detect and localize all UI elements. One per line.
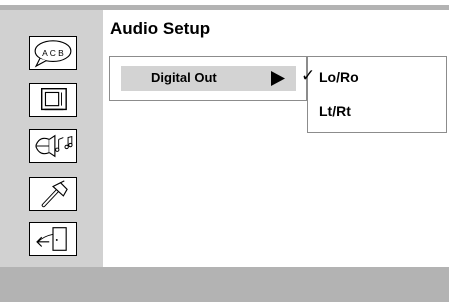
arrow-right-icon	[271, 71, 285, 86]
option-lo-ro[interactable]: ✓ Lo/Ro	[301, 66, 446, 90]
tv-screen-icon	[41, 88, 67, 111]
option-label: Lo/Ro	[319, 69, 359, 85]
page-title: Audio Setup	[110, 19, 211, 38]
sidebar-item-exit[interactable]	[29, 222, 77, 256]
speaker-music-icon	[35, 134, 73, 158]
option-label: Lt/Rt	[319, 103, 351, 119]
menu-item-label: Digital Out	[151, 70, 217, 85]
bottom-bar	[0, 267, 449, 302]
menu-item-digital-out[interactable]: Digital Out	[121, 66, 296, 91]
hammer-tool-icon	[41, 180, 68, 208]
sidebar-item-audio[interactable]	[29, 129, 77, 163]
check-icon: ✓	[301, 66, 316, 85]
sidebar-item-preferences[interactable]	[29, 177, 77, 211]
sidebar-item-video[interactable]	[29, 83, 77, 117]
menu-panel: Digital Out	[109, 56, 307, 101]
submenu-panel: ✓ Lo/Ro Lt/Rt	[301, 56, 447, 133]
sidebar: A C B	[0, 10, 103, 267]
exit-door-icon	[36, 227, 67, 251]
sidebar-item-language[interactable]: A C B	[29, 36, 77, 70]
option-lt-rt[interactable]: Lt/Rt	[308, 100, 446, 124]
language-speech-bubble-icon: A C B	[34, 40, 72, 68]
language-icon-text: A C B	[42, 48, 64, 58]
